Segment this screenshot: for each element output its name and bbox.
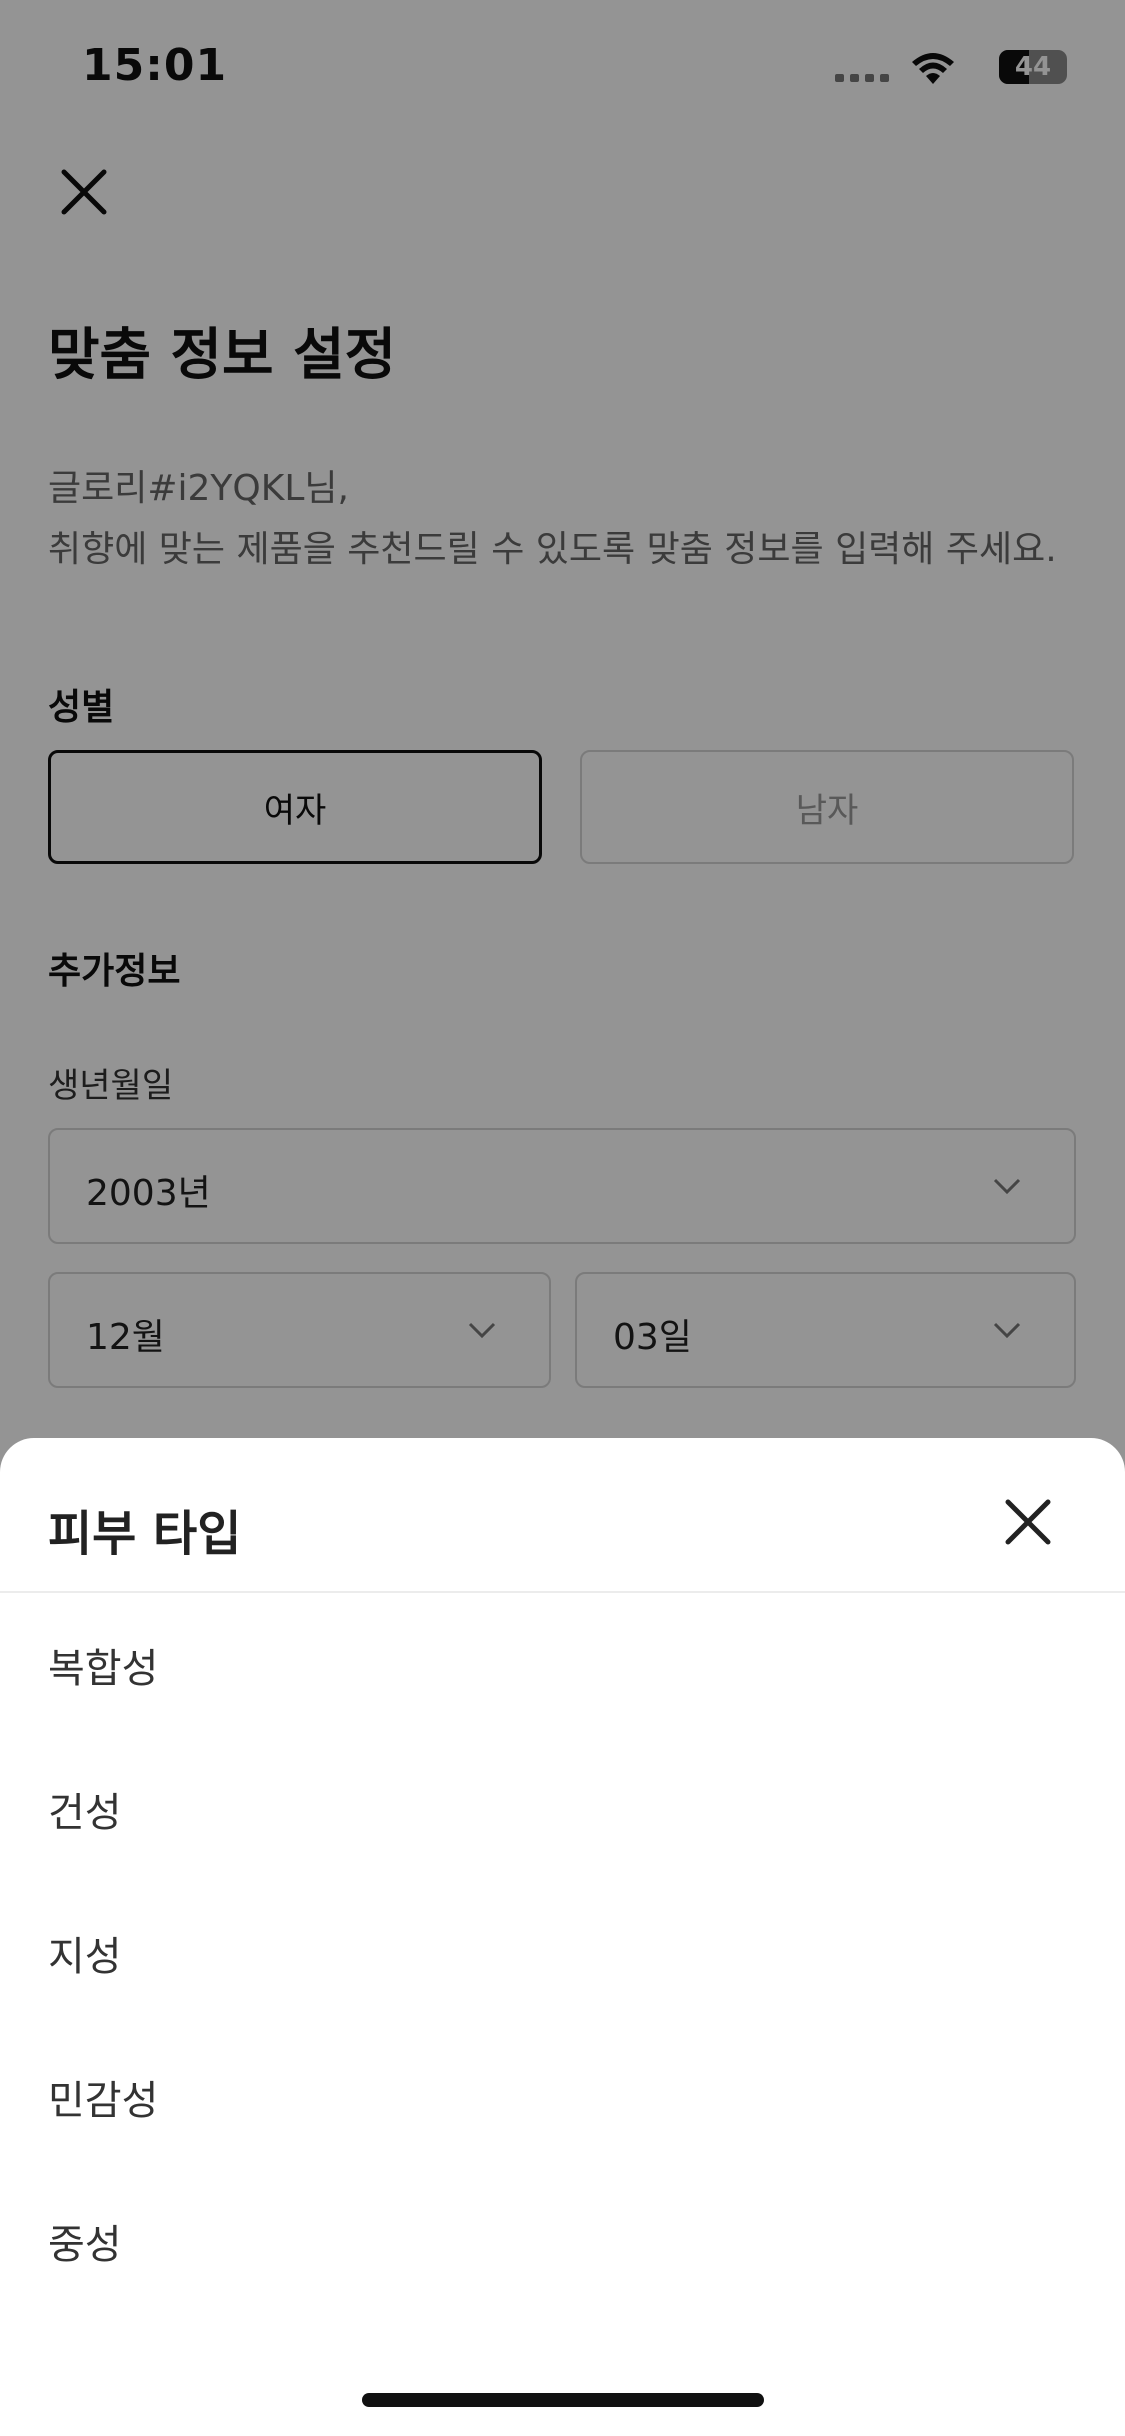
option-label: 건성 bbox=[48, 1790, 122, 1836]
screen: 15:01 44 맞춤 정보 설정 글로리#i2YQKL님, 취향에 맞는 제품… bbox=[0, 0, 1125, 2436]
option-label: 민감성 bbox=[48, 2078, 159, 2124]
close-icon[interactable] bbox=[1000, 1494, 1056, 1550]
skin-type-option-oily[interactable]: 지성 bbox=[0, 1880, 1125, 2024]
option-label: 지성 bbox=[48, 1934, 122, 1980]
skin-type-option-dry[interactable]: 건성 bbox=[0, 1736, 1125, 1880]
skin-type-sheet: 피부 타입 복합성 건성 지성 민감성 중성 bbox=[0, 1438, 1125, 2436]
skin-type-option-sensitive[interactable]: 민감성 bbox=[0, 2024, 1125, 2168]
sheet-title: 피부 타입 bbox=[48, 1506, 242, 1562]
option-label: 중성 bbox=[48, 2222, 122, 2268]
skin-type-option-normal[interactable]: 중성 bbox=[0, 2168, 1125, 2312]
home-indicator[interactable] bbox=[362, 2393, 764, 2407]
option-label: 복합성 bbox=[48, 1646, 159, 1692]
skin-type-option-combination[interactable]: 복합성 bbox=[0, 1592, 1125, 1736]
